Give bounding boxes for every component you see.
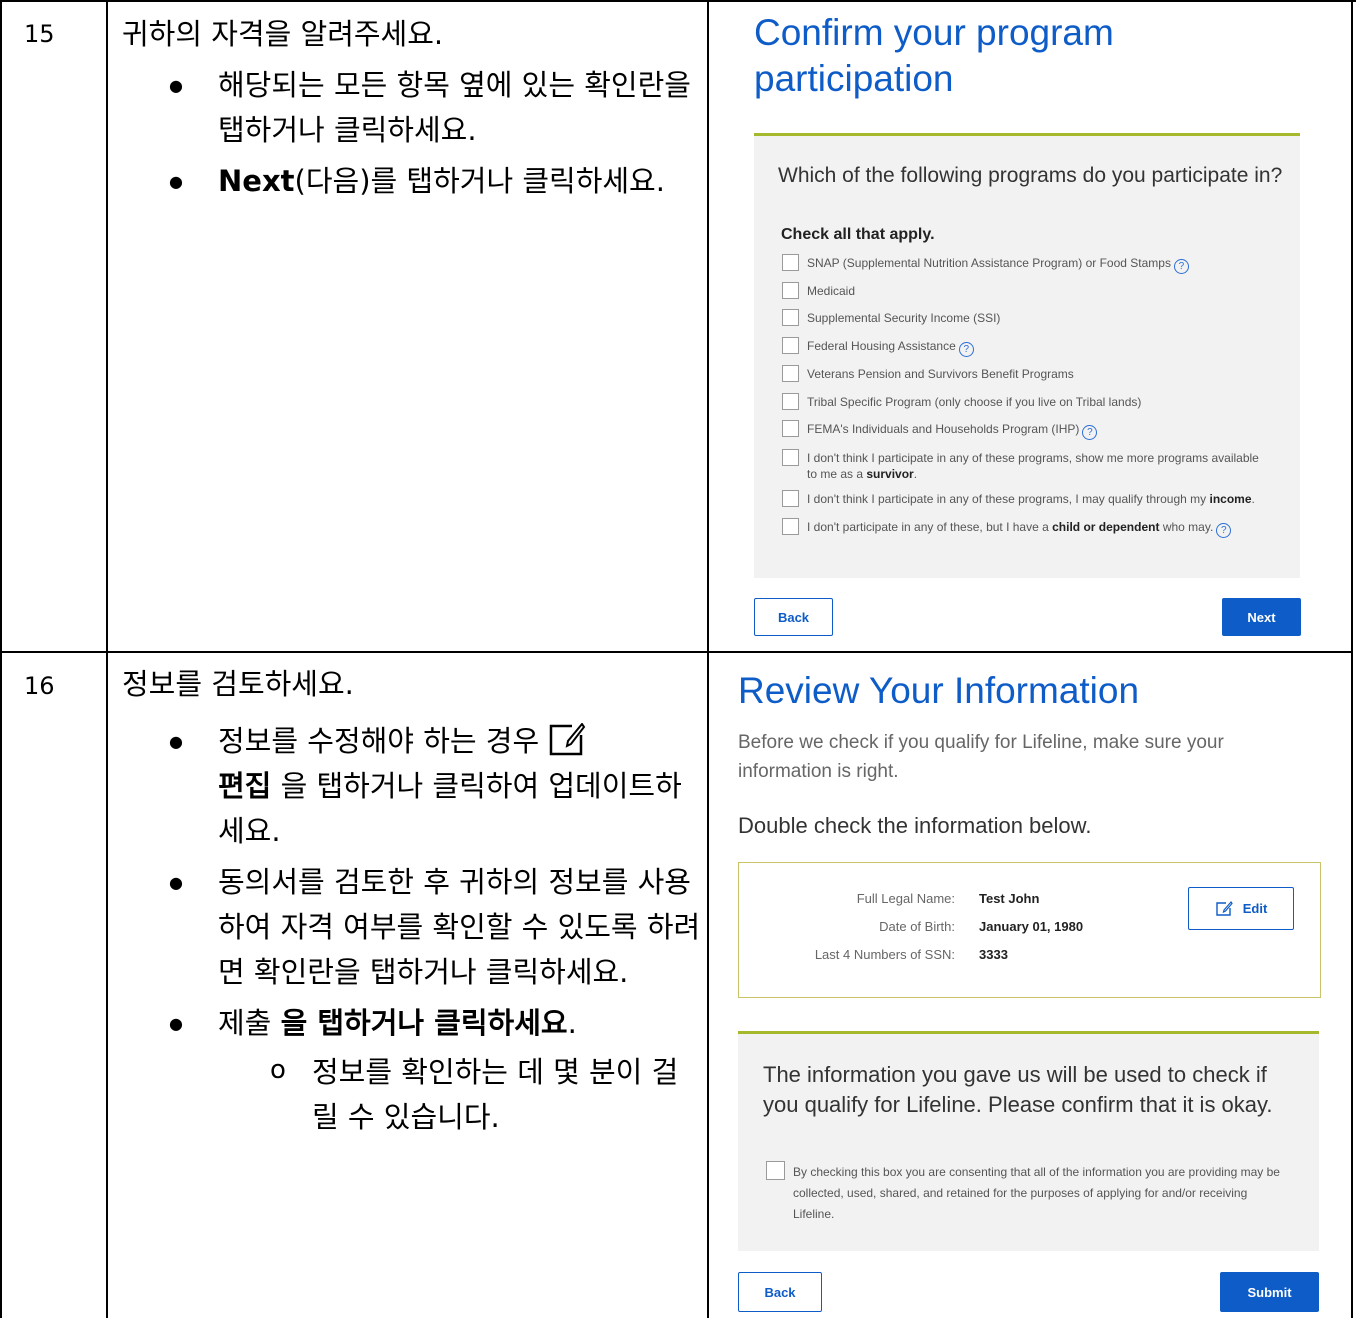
bullet-bold-text: 을 탭하거나 클릭하세요 bbox=[280, 1006, 568, 1040]
option-label: I don't think I participate in any of th… bbox=[807, 451, 1259, 481]
table-col-divider-2 bbox=[707, 0, 709, 1318]
edit-term: 편집 bbox=[218, 769, 272, 803]
consent-text: By checking this box you are consenting … bbox=[793, 1165, 1280, 1221]
bullet-text: 해당되는 모든 항목 옆에 있는 확인란을 탭하거나 클릭하세요. bbox=[218, 68, 691, 147]
program-option-child[interactable]: I don't participate in any of these, but… bbox=[782, 518, 1232, 538]
submit-button[interactable]: Submit bbox=[1220, 1272, 1319, 1312]
edit-icon bbox=[550, 723, 586, 756]
program-option[interactable]: Supplemental Security Income (SSI) bbox=[782, 309, 1001, 326]
field-label: Full Legal Name: bbox=[856, 891, 955, 906]
bullet-text: . bbox=[567, 1006, 577, 1040]
step-number: 16 bbox=[24, 672, 55, 700]
table-border-left bbox=[0, 0, 2, 1318]
checkbox[interactable] bbox=[782, 449, 799, 466]
program-option[interactable]: Tribal Specific Program (only choose if … bbox=[782, 393, 1142, 410]
program-option-income[interactable]: I don't think I participate in any of th… bbox=[782, 490, 1255, 507]
next-button[interactable]: Next bbox=[1222, 598, 1301, 636]
option-label: Tribal Specific Program (only choose if … bbox=[807, 395, 1142, 409]
edit-icon bbox=[1216, 900, 1233, 916]
step-instructions: 귀하의 자격을 알려주세요. 해당되는 모든 항목 옆에 있는 확인란을 탭하거… bbox=[122, 12, 692, 204]
program-option-survivor[interactable]: I don't think I participate in any of th… bbox=[782, 449, 1262, 482]
table-row-divider bbox=[0, 651, 1353, 653]
program-option[interactable]: Federal Housing Assistance? bbox=[782, 337, 974, 357]
checkbox[interactable] bbox=[782, 420, 799, 437]
option-label: Supplemental Security Income (SSI) bbox=[807, 311, 1001, 325]
field-value: January 01, 1980 bbox=[979, 919, 1084, 934]
submit-term: 제출 bbox=[218, 1006, 272, 1040]
help-icon[interactable]: ? bbox=[1173, 259, 1189, 274]
table-col-divider-1 bbox=[106, 0, 108, 1318]
double-check-heading: Double check the information below. bbox=[738, 813, 1092, 838]
program-option[interactable]: Veterans Pension and Survivors Benefit P… bbox=[782, 365, 1074, 382]
sub-bullet-item: 정보를 확인하는 데 몇 분이 걸릴 수 있습니다. bbox=[122, 1048, 702, 1140]
consent-heading: The information you gave us will be used… bbox=[763, 1062, 1273, 1117]
back-button[interactable]: Back bbox=[738, 1272, 822, 1312]
bullet-list: 정보를 수정해야 하는 경우 편집 을 탭하거나 클릭하여 업데이트하세요. 동… bbox=[122, 719, 702, 1140]
step-instructions: 정보를 검토하세요. 정보를 수정해야 하는 경우 편집 을 탭하거나 클릭하여… bbox=[122, 662, 702, 1140]
program-option[interactable]: FEMA's Individuals and Households Progra… bbox=[782, 420, 1098, 440]
checkbox[interactable] bbox=[782, 282, 799, 299]
bullet-item: 동의서를 검토한 후 귀하의 정보를 사용하여 자격 여부를 확인할 수 있도록… bbox=[122, 860, 702, 995]
checkbox[interactable] bbox=[782, 254, 799, 271]
field-value: 3333 bbox=[979, 947, 1008, 962]
option-label: Federal Housing Assistance? bbox=[807, 338, 974, 357]
bullet-text: (다음)를 탭하거나 클릭하세요. bbox=[294, 164, 665, 198]
edit-button[interactable]: Edit bbox=[1188, 887, 1294, 930]
table-border-right bbox=[1351, 0, 1353, 1318]
option-label: I don't think I participate in any of th… bbox=[807, 492, 1255, 506]
option-label: I don't participate in any of these, but… bbox=[807, 519, 1232, 538]
personal-info-box: Full Legal Name: Test John Date of Birth… bbox=[738, 862, 1321, 998]
help-icon[interactable]: ? bbox=[958, 342, 974, 357]
field-label: Date of Birth: bbox=[879, 919, 955, 934]
program-option[interactable]: SNAP (Supplemental Nutrition Assistance … bbox=[782, 254, 1189, 274]
bullet-item: 해당되는 모든 항목 옆에 있는 확인란을 탭하거나 클릭하세요. bbox=[122, 63, 692, 153]
consent-checkbox[interactable] bbox=[766, 1161, 785, 1180]
help-icon[interactable]: ? bbox=[1082, 425, 1098, 440]
field-value: Test John bbox=[979, 891, 1040, 906]
instruction-table: 15 귀하의 자격을 알려주세요. 해당되는 모든 항목 옆에 있는 확인란을 … bbox=[0, 0, 1356, 1318]
step-number: 15 bbox=[24, 20, 55, 48]
checkbox[interactable] bbox=[782, 393, 799, 410]
review-subtitle: Before we check if you qualify for Lifel… bbox=[738, 732, 1224, 782]
checkbox[interactable] bbox=[782, 309, 799, 326]
checkbox[interactable] bbox=[782, 490, 799, 507]
program-option[interactable]: Medicaid bbox=[782, 282, 856, 299]
question-text: Which of the following programs do you p… bbox=[778, 164, 1283, 187]
option-label: Medicaid bbox=[807, 284, 856, 298]
step-heading: 귀하의 자격을 알려주세요. bbox=[122, 17, 444, 51]
checkbox[interactable] bbox=[782, 518, 799, 535]
bullet-text: 을 탭하거나 클릭하여 업데이트하세요. bbox=[218, 769, 682, 848]
checkbox[interactable] bbox=[782, 365, 799, 382]
check-all-label: Check all that apply. bbox=[781, 226, 935, 243]
page-title: Review Your Information bbox=[738, 670, 1140, 711]
bullet-text: 정보를 수정해야 하는 경우 bbox=[218, 724, 540, 758]
bullet-list: 해당되는 모든 항목 옆에 있는 확인란을 탭하거나 클릭하세요. Next(다… bbox=[122, 63, 692, 204]
program-question-panel: Which of the following programs do you p… bbox=[754, 133, 1300, 578]
sub-bullet-text: 정보를 확인하는 데 몇 분이 걸릴 수 있습니다. bbox=[312, 1055, 679, 1134]
field-label: Last 4 Numbers of SSN: bbox=[814, 947, 955, 962]
help-icon[interactable]: ? bbox=[1216, 523, 1232, 538]
option-label: Veterans Pension and Survivors Benefit P… bbox=[807, 367, 1074, 381]
edit-label: Edit bbox=[1242, 901, 1268, 916]
bullet-text: 동의서를 검토한 후 귀하의 정보를 사용하여 자격 여부를 확인할 수 있도록… bbox=[218, 865, 701, 989]
option-label: SNAP (Supplemental Nutrition Assistance … bbox=[807, 255, 1189, 274]
bullet-item: 정보를 수정해야 하는 경우 편집 을 탭하거나 클릭하여 업데이트하세요. bbox=[122, 719, 702, 854]
option-label: FEMA's Individuals and Households Progra… bbox=[807, 421, 1098, 440]
bullet-item: Next(다음)를 탭하거나 클릭하세요. bbox=[122, 159, 692, 204]
page-title: Confirm your program participation bbox=[754, 12, 1114, 99]
bullet-item: 제출 을 탭하거나 클릭하세요. bbox=[122, 1001, 702, 1046]
next-term: Next bbox=[218, 164, 295, 198]
consent-option[interactable]: By checking this box you are consenting … bbox=[766, 1161, 1286, 1225]
back-button[interactable]: Back bbox=[754, 598, 833, 636]
checkbox[interactable] bbox=[782, 337, 799, 354]
step-heading: 정보를 검토하세요. bbox=[122, 667, 354, 701]
consent-panel: The information you gave us will be used… bbox=[738, 1031, 1319, 1251]
table-border-top bbox=[0, 0, 1356, 2]
